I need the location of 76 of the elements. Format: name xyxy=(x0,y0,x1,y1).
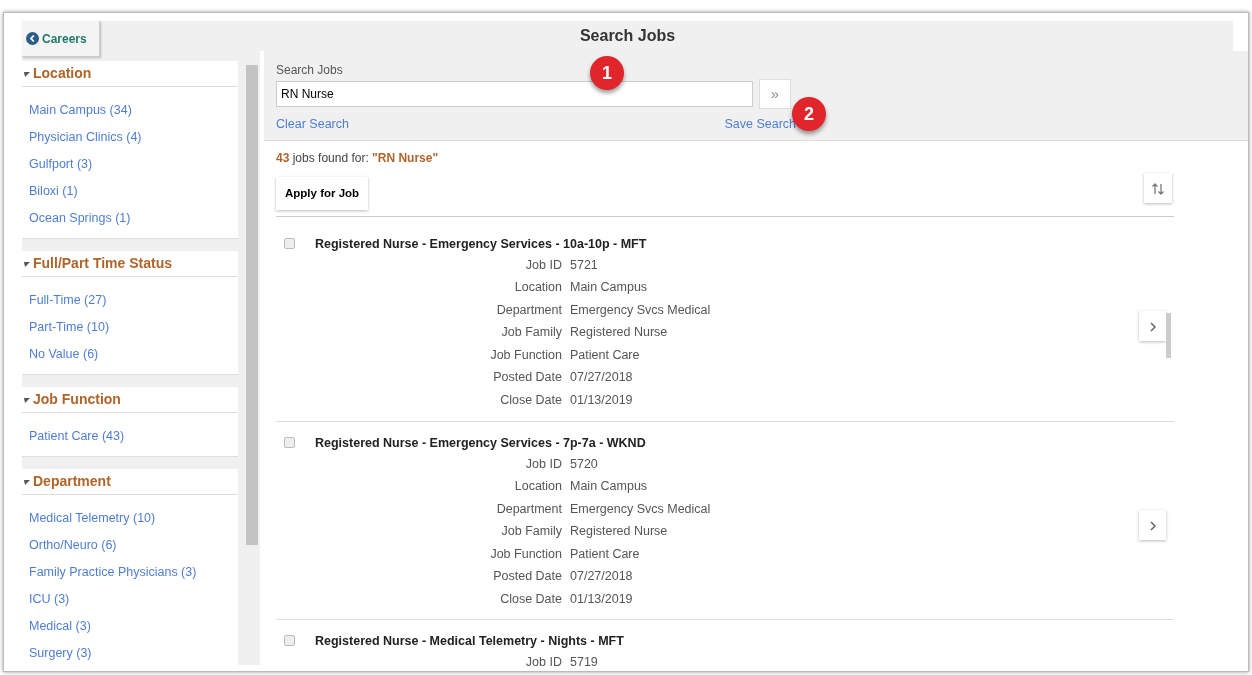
facet-link[interactable]: Medical (3) xyxy=(29,613,238,640)
facet-link[interactable]: Main Campus (34) xyxy=(29,97,238,124)
facet-link[interactable]: Patient Care (43) xyxy=(29,423,238,450)
detail-label: Job ID xyxy=(524,653,563,671)
job-title[interactable]: Registered Nurse - Medical Telemetry - Nights - MFT xyxy=(315,632,624,651)
facet-link[interactable]: No Value (6) xyxy=(29,341,238,368)
chevron-right-icon xyxy=(1148,520,1157,531)
checkbox[interactable] xyxy=(284,437,295,448)
facet-title: Department xyxy=(33,472,111,491)
detail-value: Main Campus xyxy=(570,478,648,496)
detail-label: Job Family xyxy=(500,523,563,541)
clear-search-link[interactable]: Clear Search xyxy=(276,115,349,134)
chevron-right-icon xyxy=(1148,321,1157,332)
detail-value: 07/27/2018 xyxy=(570,369,633,387)
detail-value: Registered Nurse xyxy=(570,523,668,541)
detail-value: Registered Nurse xyxy=(570,324,668,342)
detail-value: 01/13/2019 xyxy=(570,590,633,608)
collapse-icon[interactable] xyxy=(23,259,31,268)
page-title: Search Jobs xyxy=(579,26,676,46)
facet-link[interactable]: Family Practice Physicians (3) xyxy=(29,559,238,586)
detail-label: Job ID xyxy=(524,455,563,473)
facet-link[interactable]: ICU (3) xyxy=(29,586,238,613)
facet-link[interactable]: Medical Telemetry (10) xyxy=(29,505,238,532)
search-go-button[interactable]: » xyxy=(759,79,791,109)
detail-value: Emergency Svcs Medical xyxy=(570,301,711,319)
facet-title: Location xyxy=(33,64,92,83)
careers-back-button[interactable]: Careers xyxy=(22,21,100,57)
detail-value: 5721 xyxy=(570,256,598,274)
detail-label: Location xyxy=(513,478,563,496)
checkbox[interactable] xyxy=(284,238,295,249)
results-count-text: 43 jobs found for: "RN Nurse" xyxy=(276,149,440,167)
facet-link[interactable]: Biloxi (1) xyxy=(29,178,238,205)
facet-link[interactable]: Physician Clinics (4) xyxy=(29,124,238,151)
sort-icon xyxy=(1151,182,1165,197)
detail-value: Main Campus xyxy=(570,279,648,297)
detail-label: Department xyxy=(495,500,563,518)
checkbox[interactable] xyxy=(284,635,295,646)
scrollbar-thumb[interactable] xyxy=(246,65,258,545)
detail-label: Job Function xyxy=(489,346,563,364)
next-button[interactable] xyxy=(1139,510,1166,540)
facet-link[interactable]: Ocean Springs (1) xyxy=(29,205,238,232)
search-label: Search Jobs xyxy=(276,62,343,79)
detail-label: Location xyxy=(513,279,563,297)
detail-label: Job ID xyxy=(524,256,563,274)
facet-link[interactable]: Part-Time (10) xyxy=(29,314,238,341)
detail-label: Posted Date xyxy=(492,568,563,586)
facet-title: Job Function xyxy=(33,390,121,409)
detail-label: Close Date xyxy=(499,590,563,608)
job-title[interactable]: Registered Nurse - Emergency Services - 10a-10p - MFT xyxy=(315,235,647,254)
search-field[interactable]: RN Nurse xyxy=(276,81,753,107)
job-title[interactable]: Registered Nurse - Emergency Services - 7p-7a - WKND xyxy=(315,434,646,453)
detail-label: Posted Date xyxy=(492,369,563,387)
detail-value: 5720 xyxy=(570,455,598,473)
detail-value: Patient Care xyxy=(570,545,640,563)
facet-link[interactable]: Ortho/Neuro (6) xyxy=(29,532,238,559)
detail-label: Job Function xyxy=(489,545,563,563)
facet-link[interactable]: Gulfport (3) xyxy=(29,151,238,178)
facet-link[interactable]: Full-Time (27) xyxy=(29,287,238,314)
scrollbar-thumb[interactable] xyxy=(1166,313,1171,358)
apply-for-job-button[interactable]: Apply for Job xyxy=(276,176,369,210)
facet-title: Full/Part Time Status xyxy=(33,254,172,273)
detail-label: Job Family xyxy=(500,324,563,342)
detail-value: Patient Care xyxy=(570,346,640,364)
detail-label: Close Date xyxy=(499,391,563,409)
detail-value: 01/13/2019 xyxy=(570,391,633,409)
collapse-icon[interactable] xyxy=(23,395,31,404)
collapse-icon[interactable] xyxy=(23,477,31,486)
next-button[interactable] xyxy=(1139,311,1166,341)
facet-link[interactable]: Surgery (3) xyxy=(29,640,238,665)
detail-label: Department xyxy=(495,301,563,319)
detail-value: 5719 xyxy=(570,653,598,671)
sort-button[interactable] xyxy=(1144,173,1172,204)
back-icon xyxy=(26,32,39,45)
detail-value: 07/27/2018 xyxy=(570,568,633,586)
collapse-icon[interactable] xyxy=(23,69,31,78)
detail-value: Emergency Svcs Medical xyxy=(570,500,711,518)
